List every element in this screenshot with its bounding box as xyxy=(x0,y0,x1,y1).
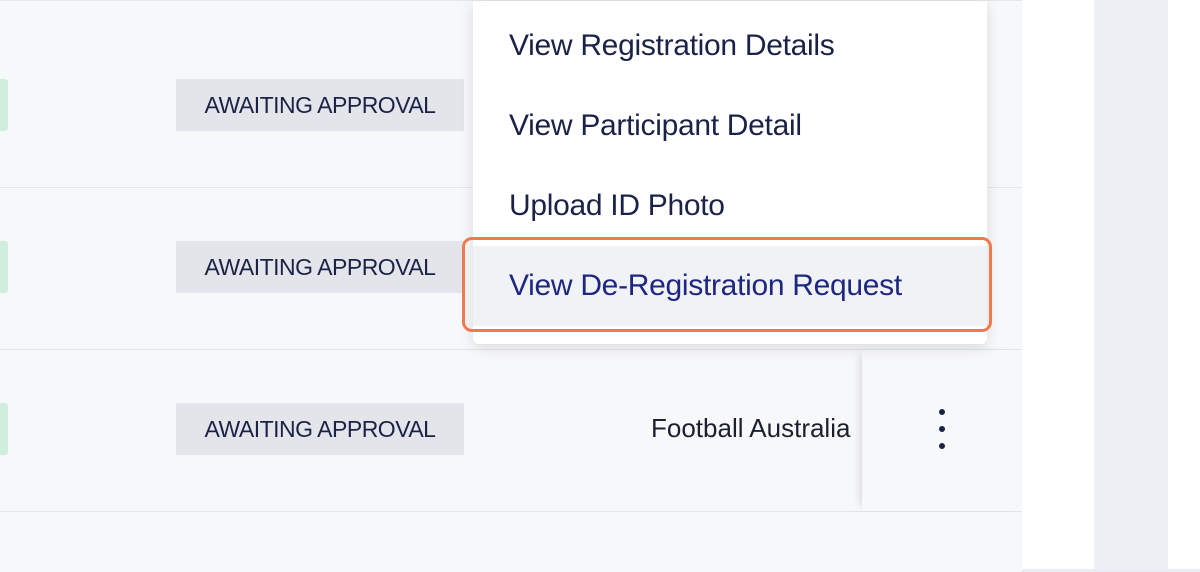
registrations-page: AWAITING APPROVAL AWAITING APPROVAL AWAI… xyxy=(0,0,1200,572)
row-status-accent xyxy=(0,241,8,293)
menu-item-view-participant-detail[interactable]: View Participant Detail xyxy=(473,86,987,166)
organisation-name: Football Australia xyxy=(651,413,851,443)
kebab-dot xyxy=(939,409,945,415)
side-panel-edge xyxy=(1094,0,1168,569)
table-row xyxy=(0,512,1022,572)
kebab-dot xyxy=(939,443,945,449)
kebab-dot xyxy=(939,426,945,432)
table-row: AWAITING APPROVAL Football Australia xyxy=(0,350,1022,513)
status-badge: AWAITING APPROVAL xyxy=(176,403,464,455)
row-actions-menu: View Registration Details View Participa… xyxy=(473,1,987,344)
row-actions-cell xyxy=(862,350,1022,511)
page-gutter xyxy=(1022,0,1094,569)
menu-item-view-registration-details[interactable]: View Registration Details xyxy=(473,6,987,86)
kebab-menu-icon[interactable] xyxy=(928,406,956,454)
status-badge: AWAITING APPROVAL xyxy=(176,79,464,131)
page-margin xyxy=(1168,0,1200,569)
registrations-table: AWAITING APPROVAL AWAITING APPROVAL AWAI… xyxy=(0,0,1022,572)
row-status-accent xyxy=(0,403,8,455)
status-badge: AWAITING APPROVAL xyxy=(176,241,464,293)
row-status-accent xyxy=(0,79,8,131)
menu-item-view-de-registration-request[interactable]: View De-Registration Request xyxy=(473,246,987,326)
menu-item-upload-id-photo[interactable]: Upload ID Photo xyxy=(473,166,987,246)
